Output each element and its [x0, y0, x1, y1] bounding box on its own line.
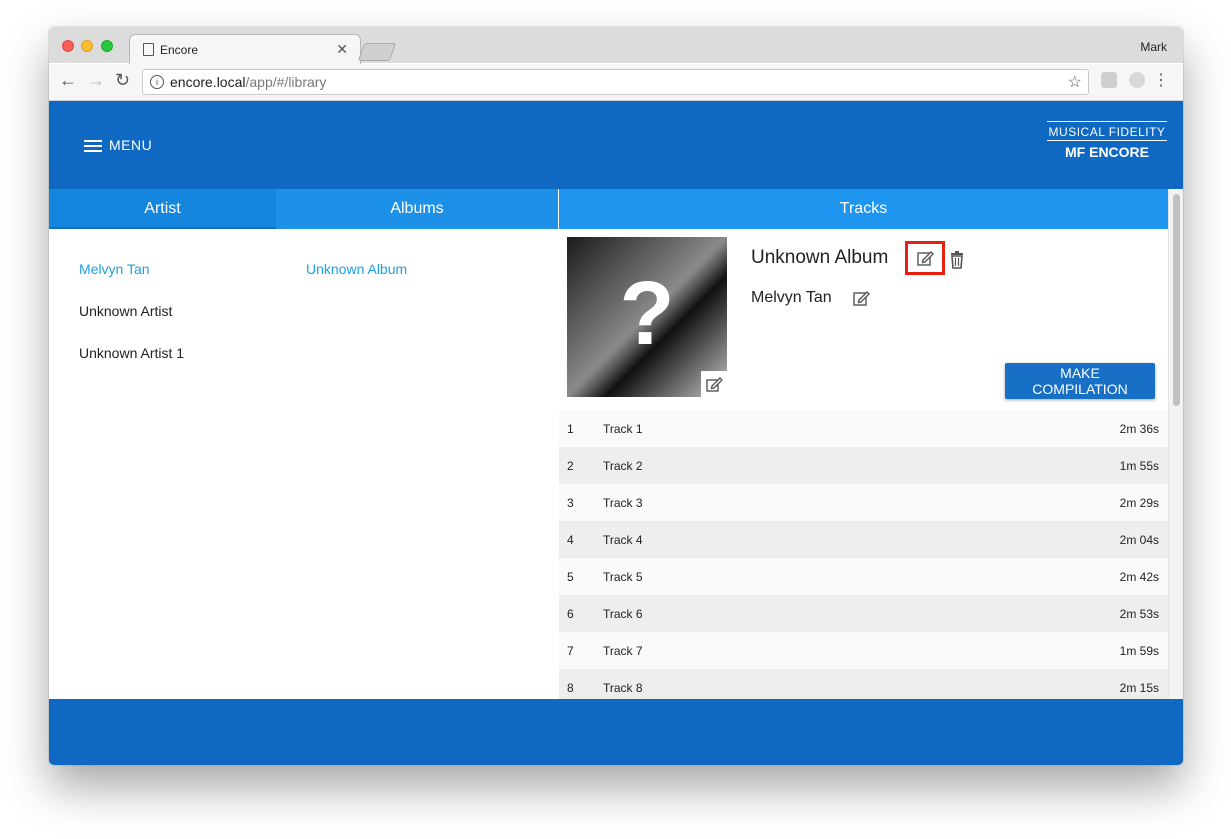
- menu-label: MENU: [109, 137, 153, 153]
- track-duration: 2m 15s: [1119, 681, 1159, 695]
- tab-tracks[interactable]: Tracks: [559, 189, 1168, 229]
- bookmark-star-icon[interactable]: ☆: [1068, 72, 1082, 92]
- hamburger-icon: [84, 140, 102, 153]
- track-row[interactable]: 7 Track 7 1m 59s: [559, 632, 1168, 669]
- trash-icon: [951, 251, 963, 269]
- edit-icon: [853, 291, 870, 306]
- delete-album-button[interactable]: [949, 251, 965, 269]
- track-number: 4: [567, 533, 574, 547]
- app-footer: [49, 699, 1183, 765]
- browser-tab[interactable]: Encore ✕: [129, 34, 361, 65]
- track-number: 2: [567, 459, 574, 473]
- track-name: Track 4: [603, 533, 643, 547]
- address-bar[interactable]: i encore.local/app/#/library ☆: [142, 69, 1089, 95]
- track-number: 3: [567, 496, 574, 510]
- track-row[interactable]: 3 Track 3 2m 29s: [559, 484, 1168, 521]
- track-duration: 1m 59s: [1119, 644, 1159, 658]
- edit-cover-button[interactable]: [701, 371, 727, 397]
- maximize-window-button[interactable]: [101, 40, 113, 52]
- album-artist: Melvyn Tan: [751, 289, 832, 306]
- rss-extension-icon[interactable]: [1101, 72, 1117, 88]
- album-title: Unknown Album: [751, 247, 889, 268]
- track-name: Track 1: [603, 422, 643, 436]
- info-icon[interactable]: i: [150, 75, 164, 89]
- track-row[interactable]: 6 Track 6 2m 53s: [559, 595, 1168, 632]
- track-name: Track 7: [603, 644, 643, 658]
- track-row[interactable]: 5 Track 5 2m 42s: [559, 558, 1168, 595]
- track-row[interactable]: 2 Track 2 1m 55s: [559, 447, 1168, 484]
- url-host: encore.local: [170, 74, 246, 90]
- track-number: 7: [567, 644, 574, 658]
- tab-close-icon[interactable]: ✕: [336, 41, 348, 58]
- scrollbar-thumb[interactable]: [1173, 194, 1180, 406]
- minimize-window-button[interactable]: [81, 40, 93, 52]
- tab-albums[interactable]: Albums: [276, 189, 558, 229]
- page-icon: [143, 43, 154, 56]
- brand-logo: MUSICAL FIDELITY MF ENCORE: [1047, 121, 1167, 160]
- logo-line-1: MUSICAL FIDELITY: [1047, 121, 1167, 141]
- browser-window: Encore ✕ Mark ← → ↻ i encore.local/app/#…: [49, 27, 1183, 765]
- edit-icon: [917, 251, 934, 266]
- track-name: Track 6: [603, 607, 643, 621]
- track-duration: 2m 42s: [1119, 570, 1159, 584]
- track-number: 5: [567, 570, 574, 584]
- new-tab-button[interactable]: [357, 43, 397, 61]
- logo-line-2: MF ENCORE: [1065, 144, 1149, 160]
- artist-item[interactable]: Unknown Artist 1: [79, 345, 184, 361]
- scrollbar[interactable]: [1168, 189, 1183, 699]
- edit-album-title-button[interactable]: [905, 241, 945, 275]
- menu-button[interactable]: MENU: [84, 137, 152, 153]
- track-number: 1: [567, 422, 574, 436]
- track-duration: 2m 04s: [1119, 533, 1159, 547]
- track-row[interactable]: 1 Track 1 2m 36s: [559, 410, 1168, 447]
- track-number: 8: [567, 681, 574, 695]
- browser-menu-icon[interactable]: ⋮: [1153, 70, 1169, 90]
- forward-arrow-icon[interactable]: →: [87, 70, 105, 91]
- app-header: MENU MUSICAL FIDELITY MF ENCORE: [49, 101, 1183, 189]
- track-duration: 2m 29s: [1119, 496, 1159, 510]
- cover-placeholder: ?: [619, 264, 675, 364]
- track-list: 1 Track 1 2m 36s 2 Track 2 1m 55s 3 Track 3 2m…: [559, 410, 1168, 706]
- tab-artist[interactable]: Artist: [49, 189, 276, 229]
- profile-name[interactable]: Mark: [1140, 40, 1167, 54]
- track-row[interactable]: 4 Track 4 2m 04s: [559, 521, 1168, 558]
- artist-item[interactable]: Unknown Artist: [79, 303, 172, 319]
- track-duration: 2m 36s: [1119, 422, 1159, 436]
- edit-icon: [706, 377, 723, 392]
- edit-album-artist-button[interactable]: [853, 289, 873, 307]
- browser-toolbar: ← → ↻ i encore.local/app/#/library ☆ ⋮: [49, 64, 1183, 101]
- track-name: Track 5: [603, 570, 643, 584]
- tab-title: Encore: [160, 43, 199, 57]
- album-cover: ?: [567, 237, 727, 397]
- track-number: 6: [567, 607, 574, 621]
- album-item[interactable]: Unknown Album: [306, 261, 407, 277]
- title-bar: Encore ✕ Mark: [49, 27, 1183, 65]
- extension-icon[interactable]: [1129, 72, 1145, 88]
- close-window-button[interactable]: [62, 40, 74, 52]
- artist-item[interactable]: Melvyn Tan: [79, 261, 150, 277]
- track-duration: 2m 53s: [1119, 607, 1159, 621]
- url-text[interactable]: encore.local/app/#/library: [170, 74, 326, 90]
- url-path: /app/#/library: [245, 74, 327, 90]
- reload-icon[interactable]: ↻: [115, 70, 130, 91]
- track-name: Track 8: [603, 681, 643, 695]
- track-name: Track 2: [603, 459, 643, 473]
- track-duration: 1m 55s: [1119, 459, 1159, 473]
- back-arrow-icon[interactable]: ←: [59, 70, 77, 91]
- make-compilation-button[interactable]: MAKE COMPILATION: [1005, 363, 1155, 399]
- track-name: Track 3: [603, 496, 643, 510]
